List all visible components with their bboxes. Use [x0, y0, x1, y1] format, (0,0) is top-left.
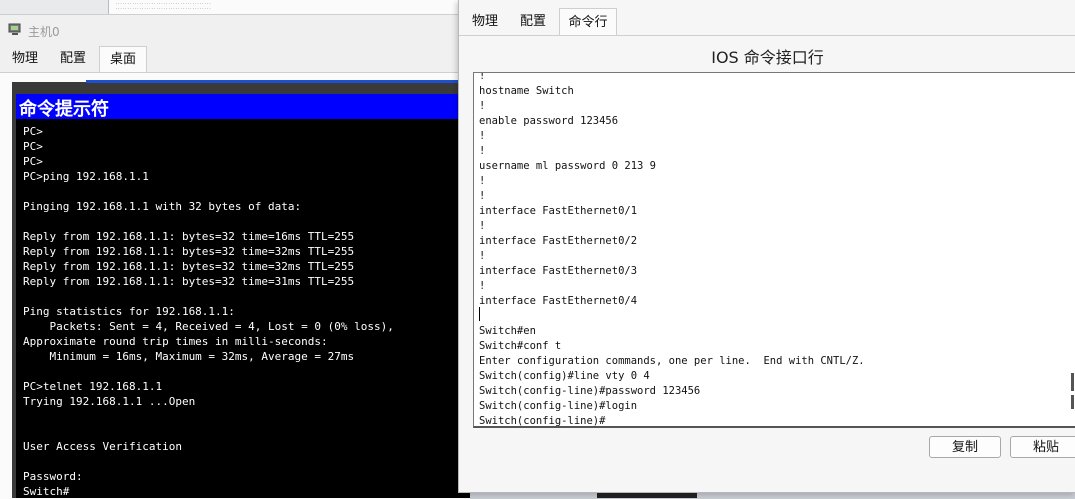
- scrollbar-thumb[interactable]: [1071, 395, 1074, 409]
- tab-physical[interactable]: 物理: [3, 46, 47, 72]
- tab-config[interactable]: 配置: [49, 46, 97, 72]
- text-caret: [479, 307, 480, 321]
- tab-divider: [459, 35, 1075, 36]
- tab-physical[interactable]: 物理: [463, 8, 507, 35]
- pc-window-titlebar[interactable]: 主机0: [0, 15, 470, 45]
- scrollbar-thumb[interactable]: [1071, 373, 1074, 391]
- ios-terminal[interactable]: ! hostname Switch ! enable password 1234…: [473, 72, 1075, 428]
- tab-config[interactable]: 配置: [509, 8, 557, 35]
- paste-button[interactable]: 粘贴: [1010, 436, 1075, 458]
- copy-button[interactable]: 复制: [929, 436, 1001, 458]
- tab-cli[interactable]: 命令行: [559, 8, 617, 35]
- switch-window: 物理 配置 命令行 IOS 命令接口行 ! hostname Switch ! …: [458, 0, 1075, 493]
- background-document: ........................................…: [108, 0, 458, 14]
- cmd-title: 命令提示符: [19, 99, 109, 120]
- desktop-blue-bar: [86, 80, 466, 83]
- tab-desktop[interactable]: 桌面: [99, 46, 147, 72]
- cmd-output: PC> PC> PC> PC>ping 192.168.1.1 Pinging …: [23, 125, 394, 498]
- pc-window-title: 主机0: [28, 25, 60, 39]
- ios-heading: IOS 命令接口行: [711, 48, 824, 67]
- terminal-output: ! hostname Switch ! enable password 1234…: [479, 72, 865, 427]
- cmd-titlebar[interactable]: 命令提示符: [16, 94, 470, 120]
- pc-icon: [8, 23, 21, 35]
- cmd-console[interactable]: PC> PC> PC> PC>ping 192.168.1.1 Pinging …: [16, 119, 470, 498]
